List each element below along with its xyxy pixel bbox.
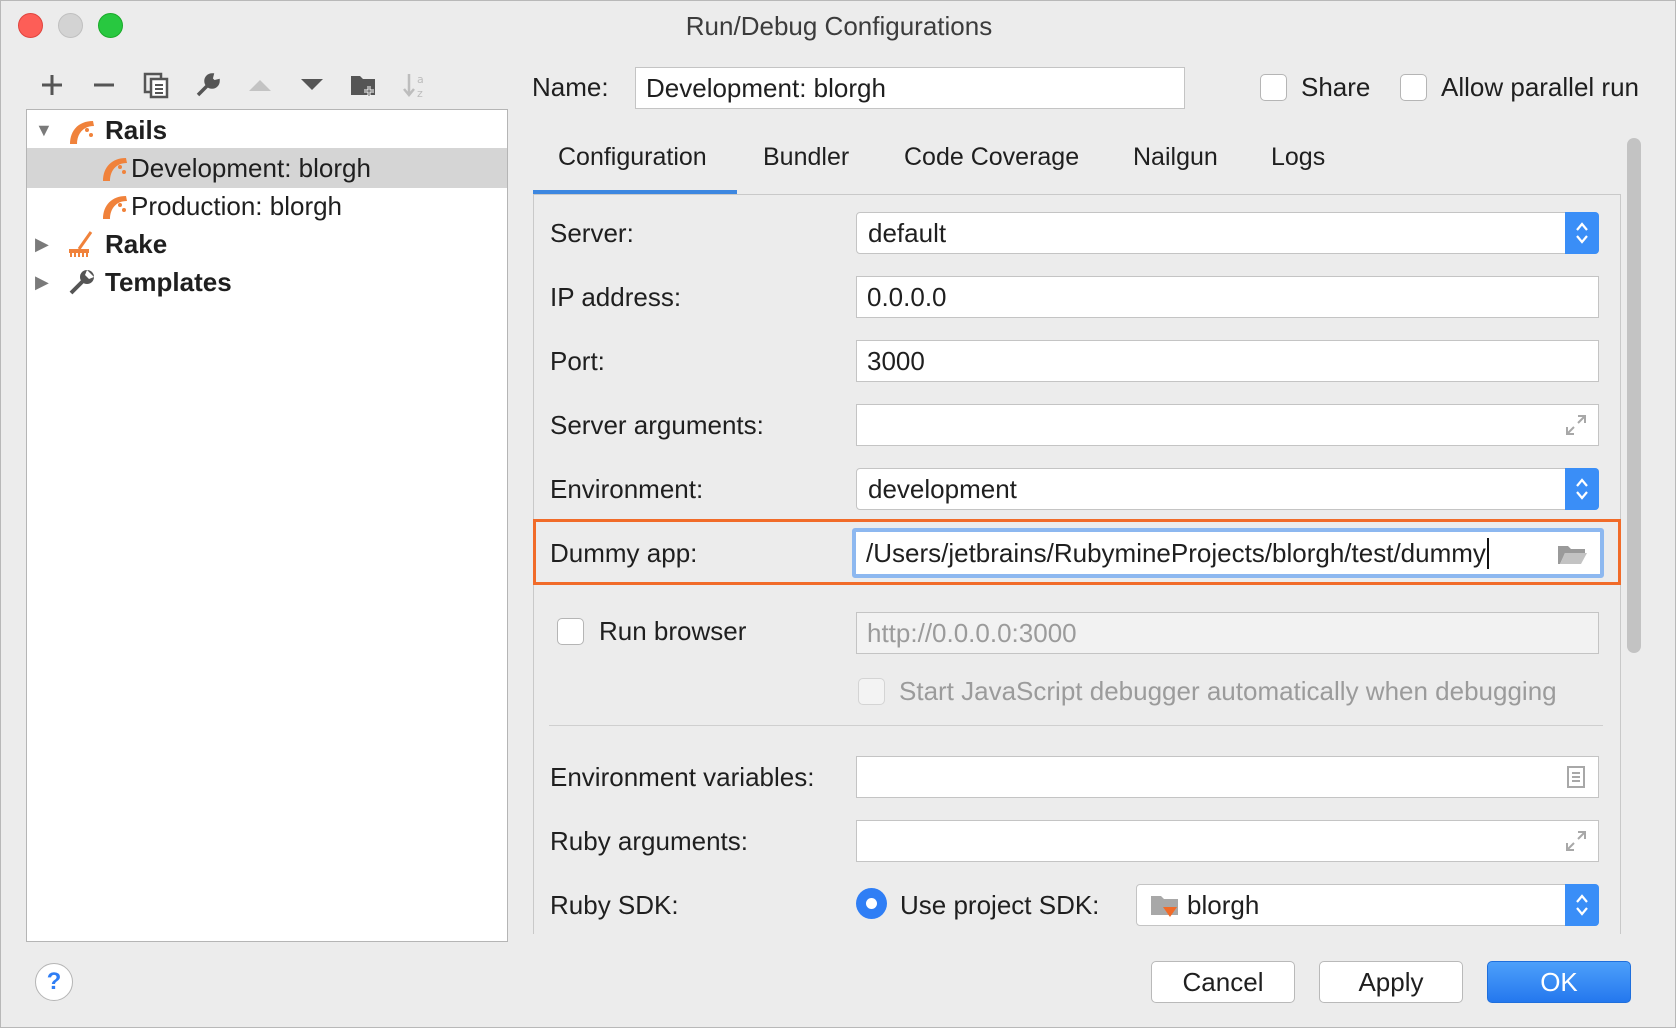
help-button[interactable]: ?	[35, 963, 73, 1001]
section-divider	[549, 725, 1603, 726]
tab-configuration[interactable]: Configuration	[558, 143, 707, 172]
share-label: Share	[1301, 72, 1371, 102]
vertical-scrollbar[interactable]	[1627, 138, 1641, 653]
ruby-sdk-folder-icon	[1151, 896, 1178, 917]
use-project-sdk-label: Use project SDK:	[900, 890, 1100, 920]
rails-config-icon	[103, 196, 127, 219]
new-folder-icon[interactable]	[346, 67, 382, 103]
js-debugger-label: Start JavaScript debugger automatically …	[899, 676, 1557, 706]
wrench-icon[interactable]	[190, 67, 226, 103]
svg-text:a: a	[417, 73, 424, 86]
environment-variables-field[interactable]	[856, 756, 1599, 798]
folder-browse-icon[interactable]	[1556, 543, 1588, 567]
js-debugger-checkbox	[858, 678, 885, 705]
ok-button[interactable]: OK	[1487, 961, 1631, 1003]
allow-parallel-run-label: Allow parallel run	[1441, 72, 1639, 102]
tree-item-production[interactable]: Production: blorgh	[27, 186, 507, 226]
sort-icon[interactable]: az	[398, 67, 434, 103]
tab-bundler[interactable]: Bundler	[763, 143, 849, 172]
dropdown-arrows-icon[interactable]	[1565, 468, 1599, 510]
ruby-arguments-field[interactable]	[856, 820, 1599, 862]
ruby-sdk-label: Ruby SDK:	[550, 890, 679, 920]
server-arguments-label: Server arguments:	[550, 410, 764, 440]
title-bar: Run/Debug Configurations	[1, 1, 1676, 49]
copy-icon[interactable]	[138, 67, 174, 103]
ruby-arguments-label: Ruby arguments:	[550, 826, 748, 856]
run-browser-checkbox[interactable]	[557, 618, 584, 645]
add-icon[interactable]	[34, 67, 70, 103]
cancel-button[interactable]: Cancel	[1151, 961, 1295, 1003]
dummy-app-field[interactable]: /Users/jetbrains/RubymineProjects/blorgh…	[852, 528, 1604, 578]
tree-item-templates[interactable]: ▶ Templates	[27, 262, 507, 302]
dropdown-arrows-icon[interactable]	[1565, 884, 1599, 926]
run-browser-url-field: http://0.0.0.0:3000	[856, 612, 1599, 654]
allow-parallel-run-checkbox[interactable]	[1400, 74, 1427, 101]
tree-item-label: Development: blorgh	[131, 152, 371, 183]
document-edit-icon[interactable]	[1564, 765, 1588, 789]
run-debug-dialog: Run/Debug Configurations az ▼ Rails Deve…	[0, 0, 1676, 1028]
expand-icon[interactable]	[1564, 829, 1588, 853]
remove-icon[interactable]	[86, 67, 122, 103]
name-label: Name:	[532, 72, 609, 102]
server-label: Server:	[550, 218, 634, 248]
run-browser-label: Run browser	[599, 616, 747, 646]
environment-label: Environment:	[550, 474, 704, 504]
dropdown-arrows-icon[interactable]	[1565, 212, 1599, 254]
port-field[interactable]: 3000	[856, 340, 1599, 382]
rake-icon	[69, 231, 93, 257]
dummy-app-value: /Users/jetbrains/RubymineProjects/blorgh…	[866, 537, 1489, 569]
port-label: Port:	[550, 346, 605, 376]
environment-value: development	[868, 473, 1017, 504]
tree-item-label: Production: blorgh	[131, 190, 343, 221]
tree-item-development[interactable]: Development: blorgh	[27, 148, 507, 188]
tab-logs[interactable]: Logs	[1271, 143, 1325, 172]
expanded-arrow-icon[interactable]: ▼	[35, 120, 53, 141]
svg-text:z: z	[417, 87, 423, 100]
use-project-sdk-radio[interactable]	[856, 888, 887, 919]
tree-item-rails[interactable]: ▼ Rails	[27, 110, 507, 150]
server-select[interactable]: default	[856, 212, 1599, 254]
share-checkbox[interactable]	[1260, 74, 1287, 101]
expand-icon[interactable]	[1564, 413, 1588, 437]
tree-item-label: Templates	[105, 266, 232, 297]
tab-nailgun[interactable]: Nailgun	[1133, 143, 1218, 172]
environment-variables-label: Environment variables:	[550, 762, 815, 792]
sdk-select[interactable]: blorgh	[1136, 884, 1599, 926]
move-down-icon[interactable]	[294, 67, 330, 103]
ip-address-label: IP address:	[550, 282, 682, 312]
dummy-app-label: Dummy app:	[550, 538, 698, 568]
server-arguments-field[interactable]	[856, 404, 1599, 446]
ip-address-field[interactable]: 0.0.0.0	[856, 276, 1599, 318]
collapsed-arrow-icon[interactable]: ▶	[35, 234, 49, 255]
wrench-icon	[69, 270, 94, 295]
rails-config-icon	[103, 158, 127, 181]
apply-button[interactable]: Apply	[1319, 961, 1463, 1003]
tree-item-label: Rake	[105, 228, 168, 259]
server-value: default	[868, 217, 947, 248]
tree-item-rake[interactable]: ▶ Rake	[27, 224, 507, 264]
sdk-value: blorgh	[1187, 889, 1260, 920]
tab-code-coverage[interactable]: Code Coverage	[904, 143, 1079, 172]
tree-item-label: Rails	[105, 114, 168, 145]
name-field[interactable]: Development: blorgh	[635, 67, 1185, 109]
move-up-icon[interactable]	[242, 67, 278, 103]
environment-select[interactable]: development	[856, 468, 1599, 510]
collapsed-arrow-icon[interactable]: ▶	[35, 272, 49, 293]
window-title: Run/Debug Configurations	[685, 11, 993, 41]
configurations-tree[interactable]: ▼ Rails Development: blorgh Production: …	[26, 109, 508, 942]
rails-icon	[70, 121, 94, 144]
